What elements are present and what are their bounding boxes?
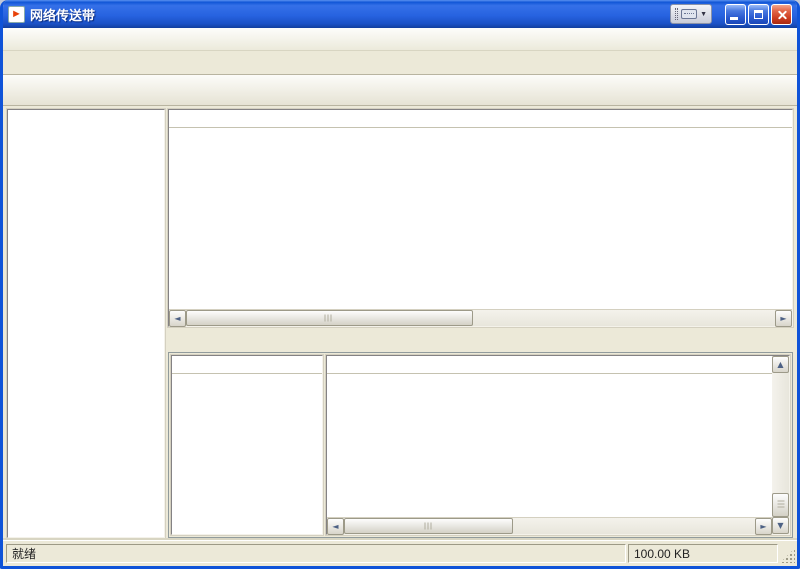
window-title: 网络传送带 <box>30 5 665 24</box>
vscroll-thumb[interactable] <box>772 493 789 517</box>
scroll-up-button[interactable]: ▲ <box>772 356 789 373</box>
status-size: 100.00 KB <box>628 544 778 563</box>
minimize-button[interactable] <box>725 4 746 25</box>
keyboard-icon <box>681 9 697 19</box>
app-window: ► 网络传送带 ▼ ◄ ► <box>0 0 800 569</box>
log-list-header <box>327 356 772 374</box>
maximize-icon <box>754 10 763 19</box>
main-area: ◄ ► <box>3 106 797 540</box>
category-tree <box>7 109 165 538</box>
title-bar[interactable]: ► 网络传送带 ▼ <box>3 0 797 28</box>
resize-grip[interactable] <box>780 548 795 563</box>
log-panel-tabs <box>168 332 793 352</box>
log-list-main <box>327 356 772 517</box>
scroll-left-button[interactable]: ◄ <box>169 310 186 327</box>
scroll-right-button[interactable]: ► <box>755 518 772 535</box>
main-tab-bar <box>3 51 797 75</box>
app-icon: ► <box>8 6 25 23</box>
scroll-down-button[interactable]: ▼ <box>772 517 789 534</box>
scroll-left-button[interactable]: ◄ <box>327 518 344 535</box>
log-hscroll[interactable]: ◄ ► <box>327 517 772 534</box>
menu-bar <box>3 28 797 51</box>
language-bar-handle[interactable] <box>675 8 678 20</box>
download-list-rows <box>169 128 792 309</box>
hscroll-thumb[interactable] <box>344 518 513 534</box>
hscroll-thumb[interactable] <box>186 310 473 326</box>
log-panel-body: ▲ ▼ ◄ ► <box>168 352 793 538</box>
maximize-button[interactable] <box>748 4 769 25</box>
download-list: ◄ ► <box>168 109 793 327</box>
status-bar: 就绪 100.00 KB <box>3 540 797 566</box>
log-vscroll[interactable]: ▲ ▼ <box>772 356 789 534</box>
scroll-right-button[interactable]: ► <box>775 310 792 327</box>
chevron-down-icon[interactable]: ▼ <box>700 11 707 18</box>
log-panel: ▲ ▼ ◄ ► <box>168 332 793 538</box>
minimize-icon <box>730 17 738 20</box>
language-bar[interactable]: ▼ <box>670 4 712 24</box>
log-list: ▲ ▼ ◄ ► <box>326 355 790 535</box>
toolbar <box>3 75 797 106</box>
thread-list <box>171 355 323 535</box>
download-list-header <box>169 110 792 128</box>
log-list-rows <box>327 374 772 517</box>
download-list-hscroll[interactable]: ◄ ► <box>169 309 792 326</box>
thread-list-header <box>172 356 322 374</box>
close-button[interactable] <box>771 4 792 25</box>
status-text: 就绪 <box>6 544 626 563</box>
right-pane: ◄ ► <box>168 109 793 538</box>
